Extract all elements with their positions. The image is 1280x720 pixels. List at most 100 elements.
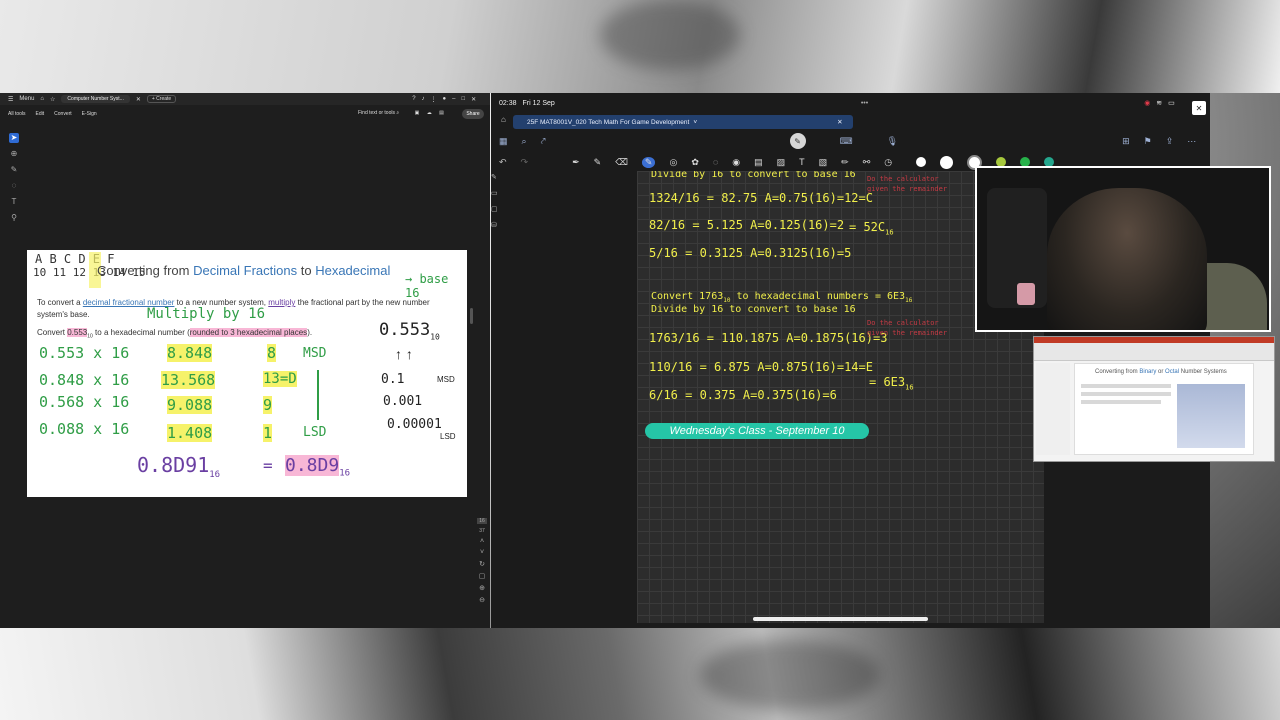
- note-b3: 6/16 = 0.375 A=0.375(16)=6: [649, 388, 837, 402]
- chevron-down-icon[interactable]: ˅: [480, 549, 484, 556]
- chevron-up-icon[interactable]: ˄: [480, 538, 484, 545]
- undo-icon[interactable]: ↶: [499, 157, 507, 168]
- note-b2-result: = 6E316: [869, 375, 914, 392]
- add-page-icon[interactable]: ⊞: [1122, 136, 1130, 147]
- toolbar-esign[interactable]: E-Sign: [82, 111, 97, 117]
- convert-prompt: Convert 0.55310 to a hexadecimal number …: [37, 328, 313, 340]
- link-icon[interactable]: ⚯: [863, 157, 871, 168]
- bookmark-icon[interactable]: ⚑: [1144, 136, 1152, 147]
- right-page-controls: 16 37 ˄ ˅ ↻ ▢ ⊕ ⊖: [476, 518, 488, 628]
- zoom-icon[interactable]: ⊕: [9, 149, 19, 159]
- highlighter-icon[interactable]: ✎: [594, 157, 602, 168]
- share-link-icon[interactable]: ⤤: [541, 136, 546, 147]
- pen-rail-icon[interactable]: ✎: [491, 173, 501, 181]
- ipad-status-bar: 02:38 Fri 12 Sep ••• ◉ ≋ ▭: [491, 93, 1210, 113]
- row-expr-4: 0.088 x 16: [39, 420, 130, 438]
- save-icon[interactable]: ▤: [439, 110, 444, 116]
- shapes-icon[interactable]: ◎: [669, 157, 677, 168]
- grid-icon[interactable]: ▦: [499, 136, 508, 147]
- close-tab-icon[interactable]: ✕: [136, 96, 141, 103]
- avatar[interactable]: ●: [443, 96, 447, 102]
- sticker-icon[interactable]: ✿: [691, 157, 699, 168]
- help-icon[interactable]: ?: [412, 96, 415, 102]
- page-total: 37: [479, 528, 485, 534]
- microphone-icon[interactable]: 🎙: [887, 136, 898, 147]
- star-icon[interactable]: ☆: [50, 96, 55, 103]
- text-icon[interactable]: T: [799, 157, 805, 167]
- more-dots-icon[interactable]: •••: [861, 100, 868, 107]
- wednesday-class-banner: Wednesday's Class - September 10: [645, 423, 869, 439]
- toolbar-edit[interactable]: Edit: [36, 111, 45, 117]
- print-icon[interactable]: ▣: [415, 110, 420, 116]
- ppt-slide-thumbnails: [1036, 363, 1070, 455]
- battery-icon: ▭: [1168, 100, 1175, 107]
- document-tab[interactable]: 25F MAT8001V_020 Tech Math For Game Deve…: [513, 115, 853, 129]
- redo-icon[interactable]: ↷: [521, 157, 529, 168]
- background-blob: [600, 0, 740, 70]
- maximize-icon[interactable]: □: [462, 96, 466, 102]
- pen-icon[interactable]: ✎: [9, 165, 19, 175]
- document-tab[interactable]: Computer Number Syst...: [61, 95, 130, 103]
- close-tab-icon[interactable]: ✕: [837, 118, 842, 126]
- minimize-icon[interactable]: –: [452, 96, 455, 102]
- document-title: 25F MAT8001V_020 Tech Math For Game Deve…: [527, 118, 690, 126]
- select-arrow-icon[interactable]: ➤: [9, 133, 19, 143]
- desk-lamp: [1017, 283, 1035, 305]
- note-a2-result: = 52C16: [849, 220, 894, 237]
- eraser-icon[interactable]: ⌫: [615, 157, 628, 168]
- timer-icon[interactable]: ◷: [884, 157, 892, 168]
- apps-icon[interactable]: ⋮: [431, 96, 437, 103]
- stamp-icon[interactable]: ⚲: [9, 213, 19, 223]
- color-swatch-white-small[interactable]: [916, 157, 927, 167]
- row-expr-3: 0.568 x 16: [39, 393, 130, 411]
- lasso-icon[interactable]: ◌: [9, 181, 19, 191]
- bell-icon[interactable]: ♪: [422, 96, 425, 102]
- row-expr-2: 0.848 x 16: [39, 371, 130, 389]
- zoom-out-icon[interactable]: ⊖: [479, 596, 485, 604]
- upload-icon[interactable]: ☁: [427, 110, 432, 116]
- chevron-down-icon[interactable]: ˅: [693, 119, 697, 126]
- refresh-icon[interactable]: ↻: [479, 560, 485, 568]
- share-button[interactable]: Share: [462, 109, 484, 119]
- lasso-icon[interactable]: ✎: [641, 156, 656, 168]
- close-window-icon[interactable]: ✕: [471, 96, 476, 103]
- color-swatch-white[interactable]: [940, 155, 954, 169]
- text-box-icon[interactable]: T: [9, 197, 19, 207]
- zoom-in-icon[interactable]: ⊕: [479, 584, 485, 592]
- photo-icon[interactable]: ▨: [777, 157, 786, 168]
- red-note-1: Do the calculator: [867, 175, 939, 183]
- database-rail-icon[interactable]: ⛁: [491, 221, 501, 229]
- scrollbar-thumb[interactable]: [470, 308, 473, 324]
- export-icon[interactable]: ⇪: [1166, 136, 1174, 147]
- menu-icon[interactable]: ☰: [8, 96, 13, 103]
- close-window-icon[interactable]: ✕: [1192, 101, 1206, 115]
- red-note-4: given the remainder: [867, 329, 948, 337]
- create-button[interactable]: + Create: [146, 95, 177, 103]
- gallery-icon[interactable]: ▧: [819, 157, 828, 168]
- menu-label[interactable]: Menu: [19, 96, 34, 102]
- toolbar-all-tools[interactable]: All tools: [8, 111, 26, 117]
- find-tools-input[interactable]: Find text or tools ⌕ ▣ ☁ ▤: [358, 110, 444, 116]
- red-note-3: Do the calculator: [867, 319, 939, 327]
- document-icon[interactable]: ▢: [479, 572, 486, 580]
- left-rail: ✎ ▭ ▢ ⛁: [491, 173, 501, 233]
- image-icon[interactable]: ▤: [754, 157, 763, 168]
- pen-icon[interactable]: ✒: [572, 157, 580, 168]
- eye-icon[interactable]: ◉: [732, 157, 740, 168]
- page-rail-icon[interactable]: ▢: [491, 205, 501, 213]
- more-icon[interactable]: ⋯: [1187, 136, 1196, 147]
- find-label: Find text or tools: [358, 110, 395, 116]
- highlighter-rail-icon[interactable]: ▭: [491, 189, 501, 197]
- home-icon[interactable]: ⌂: [501, 115, 506, 124]
- home-icon[interactable]: ⌂: [40, 96, 44, 102]
- toolbar-convert[interactable]: Convert: [54, 111, 72, 117]
- pencil-mode-icon[interactable]: ✎: [789, 133, 806, 149]
- lasso-select-icon[interactable]: ◌: [713, 157, 718, 167]
- home-indicator[interactable]: [753, 617, 928, 621]
- keyboard-icon[interactable]: ⌨: [840, 136, 853, 147]
- search-icon[interactable]: ⌕: [522, 136, 527, 147]
- pencil-icon[interactable]: ✏: [841, 157, 849, 168]
- note-a2: 82/16 = 5.125 A=0.125(16)=2: [649, 218, 845, 232]
- row-digit-4: 1: [263, 424, 273, 442]
- page-number[interactable]: 16: [477, 518, 487, 524]
